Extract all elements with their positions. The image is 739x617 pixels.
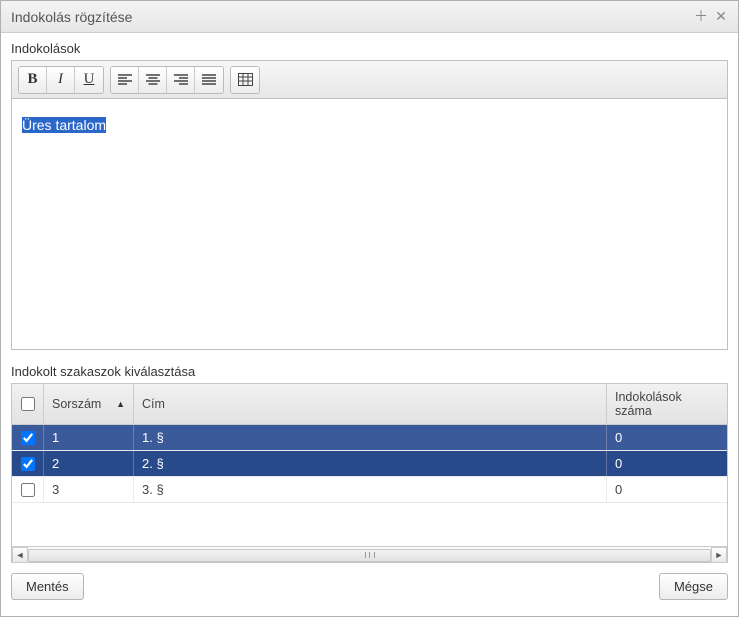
row-checkbox[interactable] [21, 431, 35, 445]
titlebar: Indokolás rögzítése ＋ ✕ [1, 1, 738, 33]
table-row[interactable]: 33. §0 [12, 477, 727, 503]
sections-table: Sorszám ▲ Cím Indokolások száma 11. §022… [11, 383, 728, 563]
dialog-footer: Mentés Mégse [11, 573, 728, 600]
table-row[interactable]: 11. §0 [12, 425, 727, 451]
header-count-label: Indokolások száma [615, 390, 719, 418]
toolbar-group-font-style: B I U [18, 66, 104, 94]
header-cim[interactable]: Cím [134, 384, 607, 424]
close-icon[interactable]: ✕ [712, 8, 730, 26]
table-row[interactable]: 22. §0 [12, 451, 727, 477]
row-count: 0 [607, 477, 727, 502]
editor-textarea[interactable]: Üres tartalom [12, 99, 727, 349]
row-checkbox[interactable] [21, 483, 35, 497]
save-button[interactable]: Mentés [11, 573, 84, 600]
row-count: 0 [607, 425, 727, 450]
dialog-content: Indokolások B I U [1, 33, 738, 616]
bold-button[interactable]: B [19, 67, 47, 93]
dialog-window: Indokolás rögzítése ＋ ✕ Indokolások B I … [0, 0, 739, 617]
sort-asc-icon: ▲ [116, 399, 125, 409]
maximize-icon[interactable]: ＋ [692, 8, 710, 26]
scroll-right-icon[interactable]: ► [711, 547, 727, 563]
header-sorszam[interactable]: Sorszám ▲ [44, 384, 134, 424]
row-sorszam: 2 [44, 451, 134, 476]
row-sorszam: 3 [44, 477, 134, 502]
editor-toolbar: B I U [12, 61, 727, 99]
table-header: Sorszám ▲ Cím Indokolások száma [12, 384, 727, 425]
align-justify-button[interactable] [195, 67, 223, 93]
window-title: Indokolás rögzítése [11, 9, 132, 25]
underline-button[interactable]: U [75, 67, 103, 93]
scroll-thumb[interactable] [28, 549, 711, 562]
row-checkbox-cell [12, 477, 44, 502]
row-cim: 1. § [134, 425, 607, 450]
editor-label: Indokolások [11, 41, 728, 56]
row-checkbox[interactable] [21, 457, 35, 471]
horizontal-scrollbar[interactable]: ◄ ► [12, 546, 727, 562]
insert-table-button[interactable] [231, 67, 259, 93]
sections-label: Indokolt szakaszok kiválasztása [11, 364, 728, 379]
header-cim-label: Cím [142, 397, 165, 411]
align-left-button[interactable] [111, 67, 139, 93]
row-count: 0 [607, 451, 727, 476]
editor-content: Üres tartalom [22, 117, 106, 133]
row-checkbox-cell [12, 451, 44, 476]
toolbar-group-align [110, 66, 224, 94]
scroll-left-icon[interactable]: ◄ [12, 547, 28, 563]
row-sorszam: 1 [44, 425, 134, 450]
row-checkbox-cell [12, 425, 44, 450]
toolbar-group-table [230, 66, 260, 94]
header-checkbox-cell [12, 384, 44, 424]
row-cim: 3. § [134, 477, 607, 502]
row-cim: 2. § [134, 451, 607, 476]
cancel-button[interactable]: Mégse [659, 573, 728, 600]
align-center-button[interactable] [139, 67, 167, 93]
scroll-track[interactable] [28, 547, 711, 563]
header-sorszam-label: Sorszám [52, 397, 101, 411]
align-right-button[interactable] [167, 67, 195, 93]
italic-button[interactable]: I [47, 67, 75, 93]
rich-text-editor: B I U [11, 60, 728, 350]
header-count[interactable]: Indokolások száma [607, 384, 727, 424]
table-body: 11. §022. §033. §0 [12, 425, 727, 546]
select-all-checkbox[interactable] [21, 397, 35, 411]
